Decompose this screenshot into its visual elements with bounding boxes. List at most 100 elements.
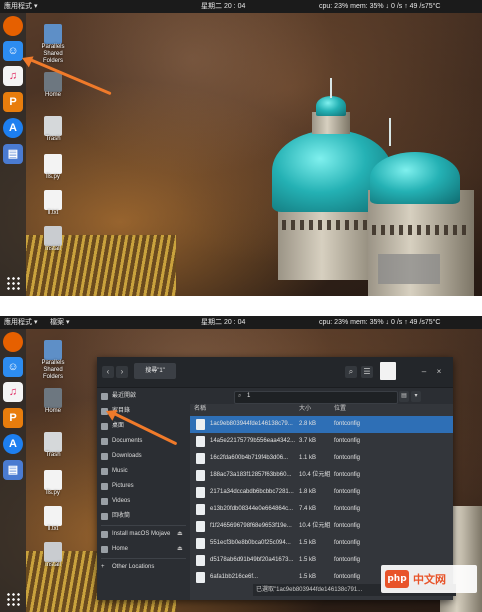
file-size: 1.5 kB [299, 540, 317, 546]
sidebar-item-recent[interactable]: 最近開啟 [97, 389, 190, 404]
apps-menu[interactable]: 應用程式 ▾ [4, 0, 37, 13]
desktop-icon-trash[interactable]: Trash [38, 116, 68, 143]
apps-menu[interactable]: 應用程式 ▾ [4, 316, 37, 329]
trash-icon [101, 513, 108, 520]
apps-grid-icon[interactable] [6, 276, 20, 290]
file-name: 1ac9eb803944fde146138c79... [210, 421, 293, 427]
desktop-icon-label: Trash [45, 452, 61, 458]
folder-icon [44, 340, 62, 360]
table-row[interactable]: e13b20fdb08344e0e664864c... 7.4 kB fontcon… [190, 501, 453, 518]
app-store-icon[interactable]: A [3, 118, 23, 138]
file-name: f1f2465696798f68e9653f19e... [210, 523, 292, 529]
sidebar-item-downloads[interactable]: Downloads [97, 449, 190, 464]
desktop-icon-txt[interactable]: ll.txt [38, 506, 68, 533]
file-name: 2171a34dccabdb6bcbbc7281... [210, 489, 294, 495]
table-row[interactable]: 16c2fda600b4b719f4b3d06... 1.1 kB fontconf… [190, 450, 453, 467]
forward-button[interactable]: › [116, 366, 128, 378]
file-name: 188ac73a183f12857f63bb60... [210, 472, 292, 478]
file-location: fontconfig [334, 455, 361, 461]
finder-icon[interactable]: ☺ [3, 41, 23, 61]
file-size: 3.7 kB [299, 438, 317, 444]
minimize-icon[interactable]: – [418, 366, 430, 378]
table-row[interactable]: 188ac73a183f12857f63bb60... 10.4 位元組 fontc… [190, 467, 453, 484]
trash-icon [44, 116, 62, 136]
system-stats: cpu: 23% mem: 35% ↓ 0 /s ↑ 49 /s75°C [319, 3, 441, 10]
table-row[interactable]: 1ac9eb803944fde146138c79... 2.8 kB fontcon… [190, 416, 453, 433]
eject-icon[interactable]: ⏏ [177, 527, 183, 542]
file-icon [196, 555, 205, 566]
file-location: fontconfig [334, 438, 361, 444]
desktop-screenshot-top: 應用程式 ▾ 星期二 20 : 04 cpu: 23% mem: 35% ↓ 0… [0, 0, 482, 296]
column-header-name[interactable]: 名稱 [194, 404, 206, 415]
app-store-icon[interactable]: A [3, 434, 23, 454]
sidebar-item-other-locations[interactable]: + Other Locations [97, 560, 190, 575]
search-input[interactable]: ⌕ 1 [234, 391, 398, 404]
desktop-icon-shared[interactable]: Parallels Shared Folders [38, 24, 68, 65]
desktop-icon-py[interactable]: lls.py [38, 470, 68, 497]
presentation-icon[interactable]: P [3, 92, 23, 112]
dock: ☺ ♫ P A ▤ [0, 329, 26, 612]
desktop-icon-txt[interactable]: ll.txt [38, 190, 68, 217]
sidebar-item-music[interactable]: Music [97, 464, 190, 479]
cathedral-windows [282, 220, 382, 230]
files-menu[interactable]: 檔案 ▾ [50, 316, 69, 329]
view-options-icon[interactable]: ☰ [361, 366, 373, 378]
file-name: e13b20fdb08344e0e664864c... [210, 506, 294, 512]
folder-icon [44, 24, 62, 44]
desktop-icon-install[interactable]: Install [38, 542, 68, 569]
book-icon[interactable]: ▤ [3, 460, 23, 480]
sidebar-item-label: 最近開啟 [112, 393, 137, 399]
back-button[interactable]: ‹ [102, 366, 114, 378]
text-file-icon [44, 190, 62, 210]
firefox-icon[interactable] [3, 16, 23, 36]
desktop-icon-shared[interactable]: Parallels Shared Folders [38, 340, 68, 381]
desktop-icon-install[interactable]: Install [38, 226, 68, 253]
table-row[interactable]: 14a5e22175779b556eaa4342... 3.7 kB fontcon… [190, 433, 453, 450]
path-button[interactable]: 搜尋"1" [134, 363, 176, 379]
cross-spire [330, 78, 332, 98]
apps-grid-icon[interactable] [6, 592, 20, 606]
presentation-icon[interactable]: P [3, 408, 23, 428]
firefox-icon[interactable] [3, 332, 23, 352]
table-row[interactable]: f1f2465696798f68e9653f19e... 10.4 位元組 font… [190, 518, 453, 535]
column-header-size[interactable]: 大小 [299, 404, 311, 415]
file-size: 2.8 kB [299, 421, 317, 427]
desktop-icon-label: Parallels Shared Folders [41, 360, 65, 380]
file-icon [196, 504, 205, 515]
search-icon[interactable]: ⌕ [345, 366, 357, 378]
save-doc-icon[interactable]: ▤ [399, 391, 409, 402]
close-icon[interactable]: × [433, 366, 445, 378]
desktop-icon-trash[interactable]: Trash [38, 432, 68, 459]
file-icon [196, 538, 205, 549]
file-location: fontconfig [334, 472, 361, 478]
book-icon[interactable]: ▤ [3, 144, 23, 164]
system-stats: cpu: 23% mem: 35% ↓ 0 /s ↑ 49 /s75°C [319, 319, 441, 326]
file-icon [196, 521, 205, 532]
search-icon: ⌕ [238, 393, 242, 399]
desktop-icon-home[interactable]: Home [38, 72, 68, 99]
eject-icon[interactable]: ⏏ [177, 542, 183, 557]
desktop-icon-home[interactable]: Home [38, 388, 68, 415]
music-icon[interactable]: ♫ [3, 382, 23, 402]
music-icon[interactable]: ♫ [3, 66, 23, 86]
desktop-icon-py[interactable]: lls.py [38, 154, 68, 181]
sidebar-item-install-macos[interactable]: Install macOS Mojave ⏏ [97, 527, 190, 542]
finder-icon[interactable]: ☺ [3, 357, 23, 377]
desktop-icon-label: Trash [45, 136, 61, 142]
desktop-icon [101, 423, 108, 430]
column-header-location[interactable]: 位置 [334, 404, 346, 415]
clock[interactable]: 星期二 20 : 04 [201, 0, 245, 13]
sidebar-item-pictures[interactable]: Pictures [97, 479, 190, 494]
sidebar-item-home-drive[interactable]: Home ⏏ [97, 542, 190, 557]
sidebar-divider [101, 558, 186, 559]
sidebar-item-videos[interactable]: Videos [97, 494, 190, 509]
search-query: 1 [247, 393, 251, 399]
clock[interactable]: 星期二 20 : 04 [201, 316, 245, 329]
table-row[interactable]: 2171a34dccabdb6bcbbc7281... 1.8 kB fontcon… [190, 484, 453, 501]
table-row[interactable]: 551ecf3b0e8b0bca0f25c094... 1.5 kB fontcon… [190, 535, 453, 552]
videos-icon [101, 498, 108, 505]
sidebar-item-trash[interactable]: 回收筒 [97, 509, 190, 524]
file-icon [196, 487, 205, 498]
install-icon [44, 542, 62, 562]
chevron-down-icon[interactable]: ▾ [411, 391, 421, 402]
